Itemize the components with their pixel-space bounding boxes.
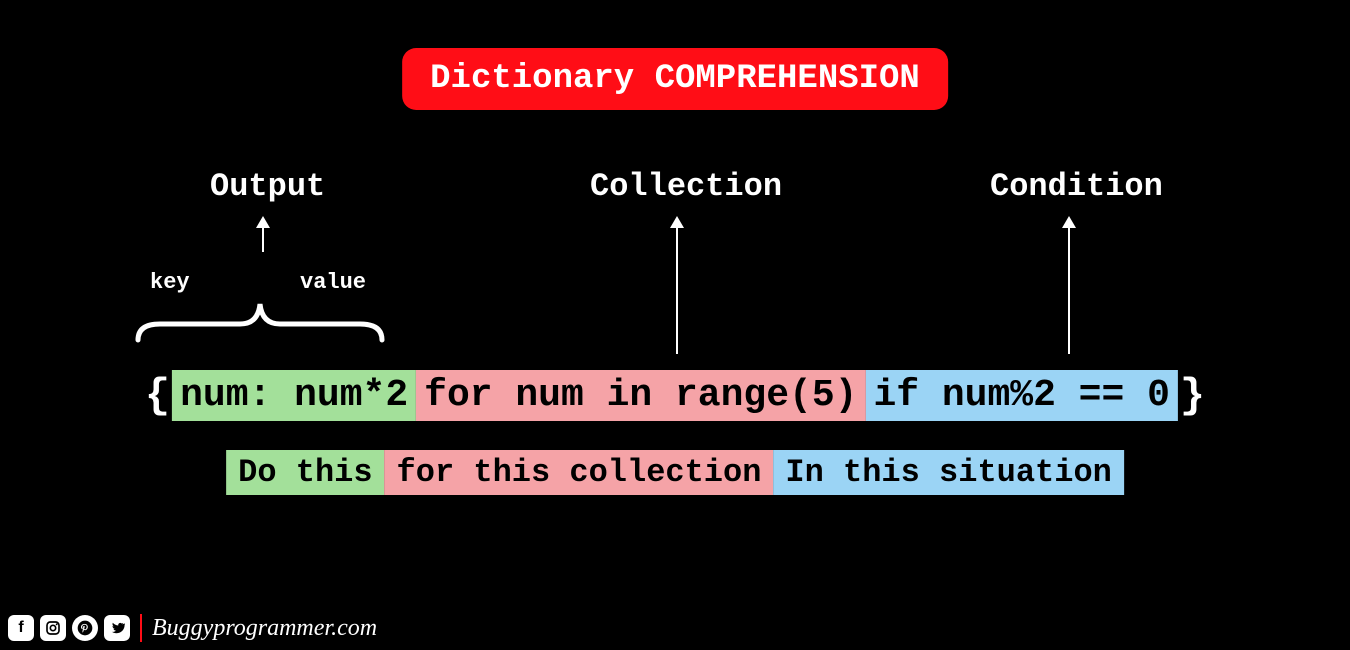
site-name: Buggyprogrammer.com (152, 615, 377, 642)
caption-collection: for this collection (385, 450, 774, 495)
arrow-collection-icon (676, 218, 678, 354)
label-condition: Condition (990, 168, 1163, 205)
footer: f Buggyprogrammer.com (8, 614, 377, 642)
code-expression: { num: num*2 for num in range(5) if num%… (143, 370, 1207, 421)
facebook-icon: f (8, 615, 34, 641)
close-brace: } (1178, 372, 1207, 420)
arrow-condition-icon (1068, 218, 1070, 354)
instagram-icon (40, 615, 66, 641)
label-key: key (150, 270, 190, 295)
twitter-icon (104, 615, 130, 641)
footer-divider (140, 614, 142, 642)
pinterest-icon (72, 615, 98, 641)
label-output: Output (210, 168, 325, 205)
code-collection-segment: for num in range(5) (416, 370, 865, 421)
open-brace: { (143, 372, 172, 420)
code-output-segment: num: num*2 (172, 370, 416, 421)
label-collection: Collection (590, 168, 782, 205)
caption-condition: In this situation (773, 450, 1123, 495)
caption-output: Do this (226, 450, 384, 495)
page-title: Dictionary COMPREHENSION (402, 48, 948, 110)
arrow-output-icon (262, 218, 264, 252)
label-value: value (300, 270, 366, 295)
brace-icon (130, 296, 390, 344)
code-condition-segment: if num%2 == 0 (865, 370, 1177, 421)
caption-row: Do this for this collection In this situ… (226, 450, 1124, 495)
